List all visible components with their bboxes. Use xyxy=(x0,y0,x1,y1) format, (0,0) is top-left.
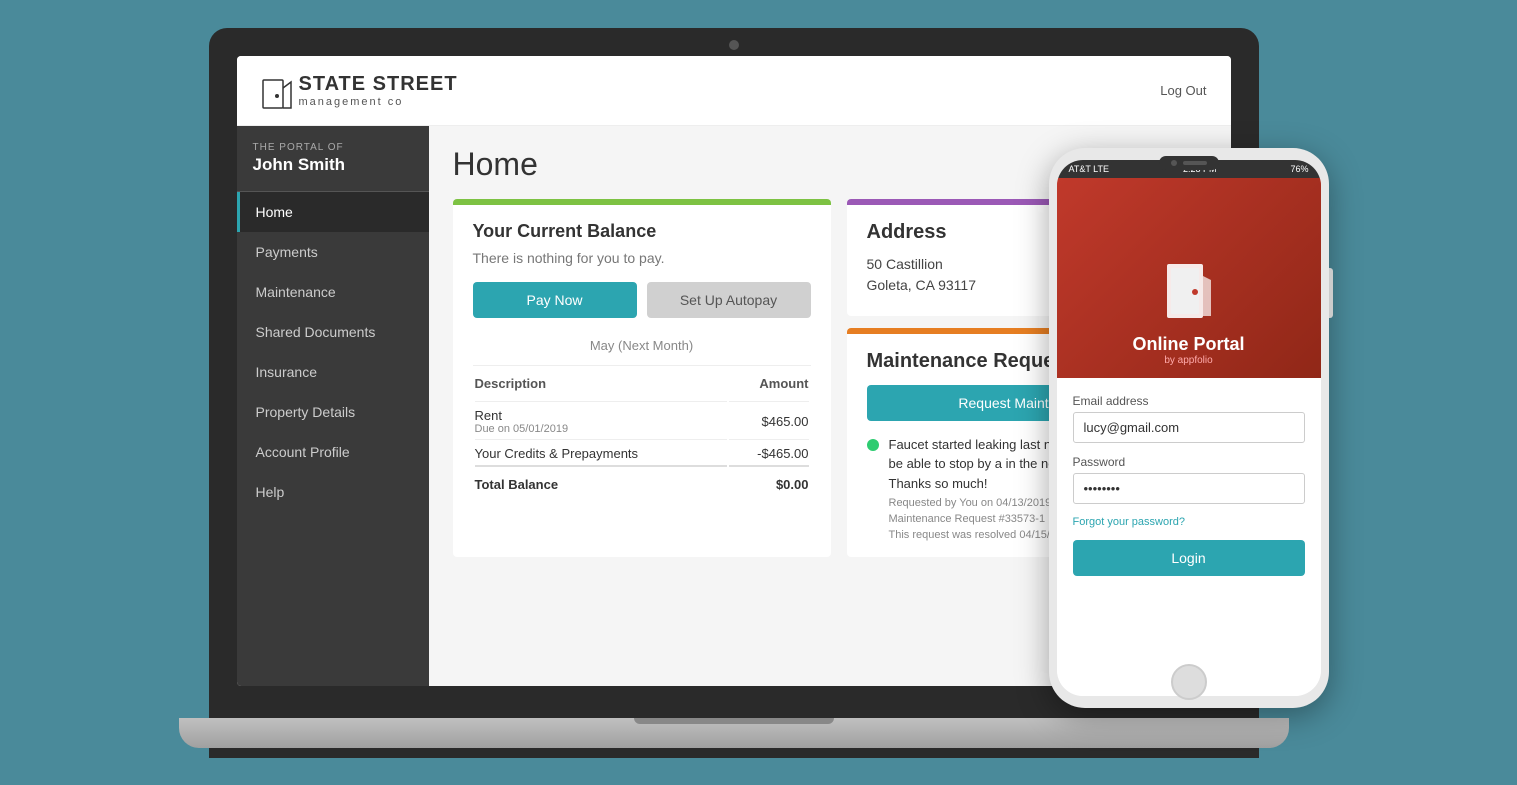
phone-hero: Online Portal by appfolio xyxy=(1057,178,1321,378)
phone-side-button xyxy=(1329,268,1333,318)
sidebar-portal-label: THE PORTAL OF xyxy=(253,142,413,153)
logout-button[interactable]: Log Out xyxy=(1160,83,1206,98)
sidebar-item-maintenance[interactable]: Maintenance xyxy=(237,272,429,312)
sidebar-item-home[interactable]: Home xyxy=(237,192,429,232)
phone-carrier: AT&T LTE xyxy=(1069,164,1110,174)
sidebar-item-property-details[interactable]: Property Details xyxy=(237,392,429,432)
phone-login-button[interactable]: Login xyxy=(1073,540,1305,576)
total-row: Total Balance $0.00 xyxy=(475,465,809,494)
phone-camera xyxy=(1159,156,1219,170)
phone-email-input[interactable] xyxy=(1073,412,1305,443)
phone-body: AT&T LTE 2:28 PM 76% Online Portal by xyxy=(1049,148,1329,708)
sidebar-item-insurance[interactable]: Insurance xyxy=(237,352,429,392)
balance-table: Description Amount Rent xyxy=(473,365,811,496)
sidebar-item-payments[interactable]: Payments xyxy=(237,232,429,272)
balance-note: There is nothing for you to pay. xyxy=(473,250,811,266)
phone-battery: 76% xyxy=(1290,164,1308,174)
sidebar: THE PORTAL OF John Smith Home Payments M… xyxy=(237,126,429,686)
total-amount: $0.00 xyxy=(729,465,808,494)
col-header-description: Description xyxy=(475,368,728,399)
app-header: STATE STREET management co Log Out xyxy=(237,56,1231,126)
phone-email-label: Email address xyxy=(1073,394,1305,408)
phone-hero-title: Online Portal xyxy=(1132,334,1244,355)
row-amount: $465.00 xyxy=(729,401,808,437)
phone-password-label: Password xyxy=(1073,455,1305,469)
sidebar-user-section: THE PORTAL OF John Smith xyxy=(237,126,429,192)
laptop-notch xyxy=(634,718,834,724)
laptop-camera xyxy=(729,40,739,50)
sidebar-user-name: John Smith xyxy=(253,155,413,175)
balance-card-title: Your Current Balance xyxy=(473,221,811,242)
logo-brand-line1: STATE STREET xyxy=(299,73,458,96)
sidebar-item-account-profile[interactable]: Account Profile xyxy=(237,432,429,472)
table-row: Your Credits & Prepayments -$465.00 xyxy=(475,439,809,463)
logo-icon xyxy=(261,70,293,110)
phone-login-form: Email address Password Forgot your passw… xyxy=(1057,378,1321,696)
col-header-amount: Amount xyxy=(729,368,808,399)
pay-now-button[interactable]: Pay Now xyxy=(473,282,637,318)
phone-speaker xyxy=(1183,161,1207,165)
logo-brand-line2: management co xyxy=(299,96,458,108)
table-row: Rent Due on 05/01/2019 $465.00 xyxy=(475,401,809,437)
maintenance-status-dot xyxy=(867,439,879,451)
laptop-base xyxy=(179,718,1289,748)
month-label: May (Next Month) xyxy=(473,338,811,353)
sidebar-item-shared-documents[interactable]: Shared Documents xyxy=(237,312,429,352)
phone-overlay: AT&T LTE 2:28 PM 76% Online Portal by xyxy=(1049,148,1329,708)
total-label: Total Balance xyxy=(475,465,728,494)
autopay-button[interactable]: Set Up Autopay xyxy=(647,282,811,318)
phone-camera-dot xyxy=(1171,160,1177,166)
sidebar-nav: Home Payments Maintenance Shared Documen… xyxy=(237,192,429,512)
sidebar-item-help[interactable]: Help xyxy=(237,472,429,512)
balance-card: Your Current Balance There is nothing fo… xyxy=(453,199,831,558)
phone-hero-sub: by appfolio xyxy=(1164,355,1212,366)
phone-home-button[interactable] xyxy=(1171,664,1207,700)
balance-btn-row: Pay Now Set Up Autopay xyxy=(473,282,811,318)
row-label: Rent Due on 05/01/2019 xyxy=(475,401,728,437)
balance-card-body: Your Current Balance There is nothing fo… xyxy=(453,205,831,512)
phone-forgot-password[interactable]: Forgot your password? xyxy=(1073,516,1305,528)
logo-area: STATE STREET management co xyxy=(261,70,458,110)
row-amount: -$465.00 xyxy=(729,439,808,463)
phone-screen: AT&T LTE 2:28 PM 76% Online Portal by xyxy=(1057,160,1321,696)
row-label: Your Credits & Prepayments xyxy=(475,439,728,463)
phone-door-icon xyxy=(1159,256,1219,326)
phone-password-input[interactable] xyxy=(1073,473,1305,504)
